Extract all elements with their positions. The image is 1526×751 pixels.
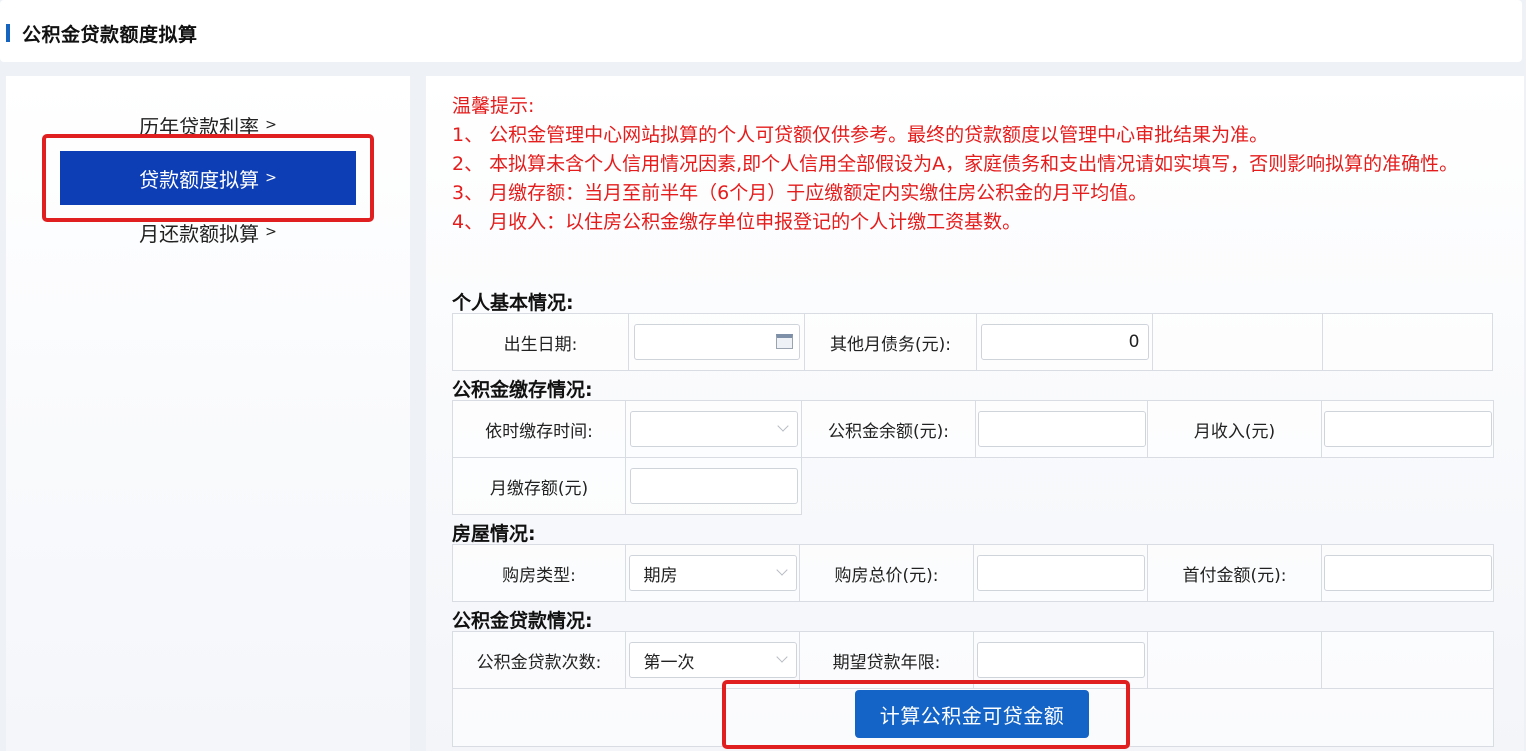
main-content: 温馨提示: 1、 公积金管理中心网站拟算的个人可贷额仅供参考。最终的贷款额度以管… xyxy=(426,76,1524,751)
house-price-input[interactable] xyxy=(976,555,1145,591)
chevron-down-icon xyxy=(775,564,788,576)
calculate-loan-button[interactable]: 计算公积金可贷金额 xyxy=(855,690,1089,738)
chevron-right-icon: > xyxy=(265,170,277,186)
page-title: 公积金贷款额度拟算 xyxy=(22,24,198,46)
house-type-label: 购房类型: xyxy=(452,544,626,602)
empty-cell xyxy=(1322,313,1493,371)
empty-cell xyxy=(1152,313,1323,371)
chevron-right-icon: > xyxy=(265,117,277,133)
deposit-time-label: 依时缴存时间: xyxy=(452,400,626,458)
empty-cell xyxy=(1147,631,1322,689)
chevron-right-icon: > xyxy=(265,224,277,240)
personal-table: 出生日期: 其他月债务(元): 0 xyxy=(452,313,1493,371)
sidebar: 历年贷款利率 > 贷款额度拟算 > 月还款额拟算 > xyxy=(6,76,410,751)
deposit-table: 依时缴存时间: 公积金余额(元): 月收入(元) 月缴存额(元) xyxy=(452,400,1494,515)
monthly-deposit-input[interactable] xyxy=(629,468,798,504)
loan-count-label: 公积金贷款次数: xyxy=(452,631,626,689)
section-title-deposit: 公积金缴存情况: xyxy=(452,379,593,401)
sidebar-item-monthly-repayment[interactable]: 月还款额拟算 > xyxy=(60,205,356,259)
page-header: 公积金贷款额度拟算 xyxy=(0,0,1522,62)
notice-line: 2、 本拟算未含个人信用情况因素,即个人信用全部假设为A，家庭债务和支出情况请如… xyxy=(452,153,1459,175)
balance-input[interactable] xyxy=(977,411,1146,447)
balance-label: 公积金余额(元): xyxy=(801,400,976,458)
other-debt-label: 其他月债务(元): xyxy=(804,313,977,371)
empty-cell xyxy=(802,458,1494,515)
empty-cell xyxy=(1321,631,1494,689)
monthly-deposit-label: 月缴存额(元) xyxy=(452,457,626,515)
deposit-time-select[interactable] xyxy=(629,411,798,447)
chevron-down-icon xyxy=(775,651,788,663)
sidebar-item-loan-amount[interactable]: 贷款额度拟算 > xyxy=(60,151,356,205)
notice-line: 1、 公积金管理中心网站拟算的个人可贷额仅供参考。最终的贷款额度以管理中心审批结… xyxy=(452,124,1269,146)
birth-date-input[interactable] xyxy=(633,324,800,360)
down-payment-label: 首付金额(元): xyxy=(1147,544,1322,602)
sidebar-item-loan-rates[interactable]: 历年贷款利率 > xyxy=(60,98,356,152)
house-type-select[interactable]: 期房 xyxy=(628,555,797,591)
birth-date-label: 出生日期: xyxy=(452,313,629,371)
sidebar-item-label: 月还款额拟算 xyxy=(139,221,260,246)
monthly-income-input[interactable] xyxy=(1323,411,1492,447)
section-title-personal: 个人基本情况: xyxy=(452,292,574,314)
loan-years-label: 期望贷款年限: xyxy=(799,631,974,689)
sidebar-item-label: 贷款额度拟算 xyxy=(139,167,260,192)
notice-line: 4、 月收入：以住房公积金缴存单位申报登记的个人计缴工资基数。 xyxy=(452,211,1022,233)
section-title-house: 房屋情况: xyxy=(452,523,536,545)
calendar-icon[interactable] xyxy=(775,334,793,349)
section-title-loan: 公积金贷款情况: xyxy=(452,610,593,632)
house-table: 购房类型: 期房 购房总价(元): 首付金额(元): xyxy=(452,544,1494,602)
down-payment-input[interactable] xyxy=(1323,555,1492,591)
notice-line: 3、 月缴存额：当月至前半年（6个月）于应缴额定内实缴住房公积金的月平均值。 xyxy=(452,182,1148,204)
loan-years-input[interactable] xyxy=(976,642,1145,678)
chevron-down-icon xyxy=(776,420,789,432)
house-price-label: 购房总价(元): xyxy=(799,544,974,602)
header-accent-bar xyxy=(6,24,10,42)
loan-count-select[interactable]: 第一次 xyxy=(628,642,797,678)
monthly-income-label: 月收入(元) xyxy=(1147,400,1322,458)
sidebar-item-label: 历年贷款利率 xyxy=(139,114,260,139)
other-debt-input[interactable]: 0 xyxy=(980,324,1149,360)
notice-panel: 温馨提示: 1、 公积金管理中心网站拟算的个人可贷额仅供参考。最终的贷款额度以管… xyxy=(452,92,1502,237)
notice-heading: 温馨提示: xyxy=(452,95,535,117)
